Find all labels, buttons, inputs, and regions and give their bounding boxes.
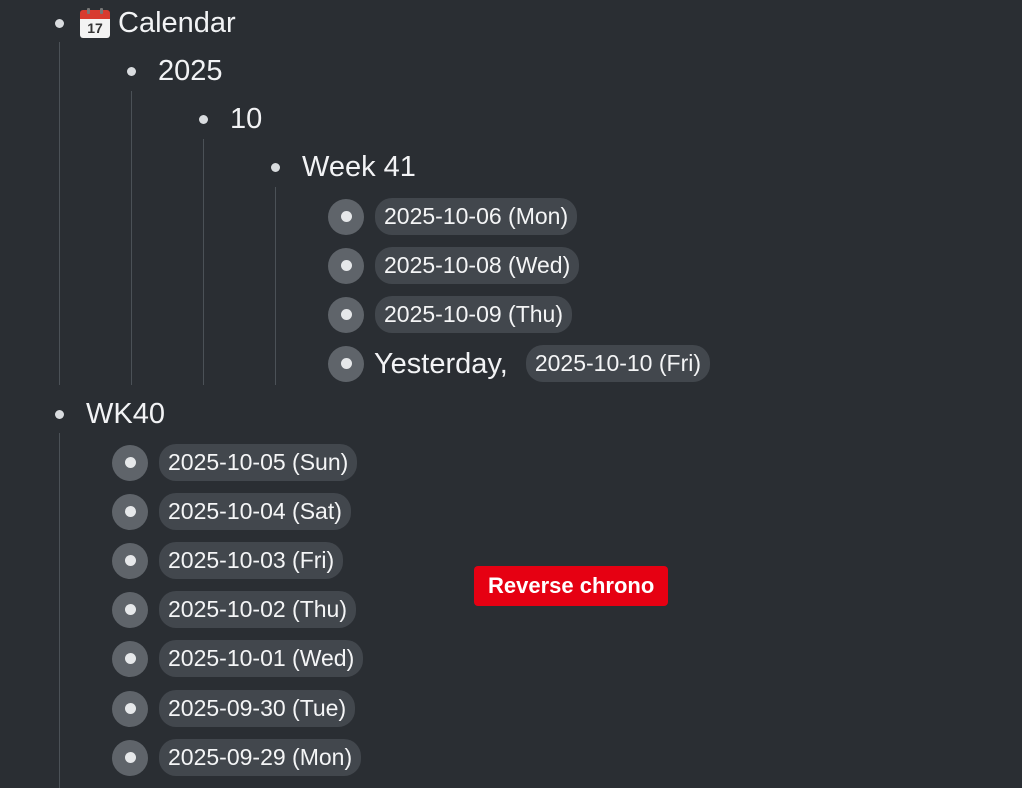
outline-item-day: 2025-10-04 (Sat) bbox=[112, 493, 351, 530]
date-link[interactable]: 2025-10-05 (Sun) bbox=[159, 444, 358, 481]
calendar-emoji-icon: 17 bbox=[80, 8, 110, 38]
bullet-dot bbox=[54, 18, 64, 28]
outline-item-month: 10 bbox=[192, 101, 262, 137]
collapsed-bullet[interactable] bbox=[112, 690, 148, 727]
collapsed-bullet[interactable] bbox=[112, 591, 148, 628]
calendar-title[interactable]: Calendar bbox=[118, 5, 236, 41]
bullet-dot bbox=[340, 260, 352, 271]
outline-item-wk40: WK40 bbox=[48, 396, 165, 432]
outline-item-day: 2025-10-05 (Sun) bbox=[112, 444, 358, 481]
outline-item-day: 2025-10-01 (Wed) bbox=[112, 640, 364, 677]
reverse-chrono-annotation: Reverse chrono bbox=[474, 566, 669, 606]
outline-item-day: 2025-10-02 (Thu) bbox=[112, 591, 356, 628]
date-link[interactable]: 2025-10-08 (Wed) bbox=[375, 247, 580, 284]
calendar-guide-line bbox=[59, 42, 60, 385]
wk40-title[interactable]: WK40 bbox=[86, 396, 165, 432]
bullet-dot bbox=[124, 457, 136, 468]
collapsed-bullet[interactable] bbox=[112, 493, 148, 530]
outline-item-day: 2025-09-29 (Mon) bbox=[112, 739, 362, 776]
collapsed-bullet[interactable] bbox=[112, 640, 148, 677]
outline-item-year: 2025 bbox=[120, 53, 223, 89]
date-link[interactable]: 2025-10-03 (Fri) bbox=[159, 542, 344, 579]
week-guide-line bbox=[275, 187, 276, 385]
bullet-dot bbox=[124, 653, 136, 664]
bullet-dot bbox=[124, 506, 136, 517]
date-link[interactable]: 2025-10-04 (Sat) bbox=[159, 493, 351, 530]
collapsed-bullet[interactable] bbox=[112, 444, 148, 481]
bullet-dot bbox=[124, 703, 136, 714]
outline-item-calendar: 17 Calendar bbox=[48, 5, 236, 41]
date-link[interactable]: 2025-10-09 (Thu) bbox=[375, 296, 572, 333]
bullet-dot bbox=[270, 162, 280, 172]
bullet-dot bbox=[198, 114, 208, 124]
bullet[interactable] bbox=[264, 156, 286, 178]
collapsed-bullet[interactable] bbox=[328, 198, 364, 235]
date-link[interactable]: 2025-10-06 (Mon) bbox=[375, 198, 578, 235]
outline-item-day-yesterday: Yesterday, 2025-10-10 (Fri) bbox=[328, 345, 711, 382]
bullet-dot bbox=[340, 358, 352, 369]
outline-item-day: 2025-09-30 (Tue) bbox=[112, 690, 356, 727]
bullet-dot bbox=[126, 66, 136, 76]
week-title[interactable]: Week 41 bbox=[302, 149, 416, 185]
collapsed-bullet[interactable] bbox=[328, 296, 364, 333]
yesterday-text[interactable]: Yesterday, bbox=[374, 346, 508, 382]
outline-item-day: 2025-10-03 (Fri) bbox=[112, 542, 344, 579]
collapsed-bullet[interactable] bbox=[328, 247, 364, 284]
bullet-dot bbox=[54, 409, 64, 419]
year-title[interactable]: 2025 bbox=[158, 53, 223, 89]
date-link[interactable]: 2025-10-10 (Fri) bbox=[525, 345, 711, 382]
collapsed-bullet[interactable] bbox=[112, 542, 148, 579]
outline-item-day: 2025-10-09 (Thu) bbox=[328, 296, 572, 333]
bullet-dot bbox=[340, 211, 352, 222]
collapsed-bullet[interactable] bbox=[112, 739, 148, 776]
year-guide-line bbox=[131, 91, 132, 385]
wk40-guide-line bbox=[59, 433, 60, 788]
date-link[interactable]: 2025-09-29 (Mon) bbox=[159, 739, 362, 776]
collapsed-bullet[interactable] bbox=[328, 345, 364, 382]
outline-item-week: Week 41 bbox=[264, 149, 416, 185]
outline-item-day: 2025-10-08 (Wed) bbox=[328, 247, 580, 284]
bullet-dot bbox=[124, 752, 136, 763]
bullet[interactable] bbox=[48, 403, 70, 425]
outline-item-day: 2025-10-06 (Mon) bbox=[328, 198, 578, 235]
date-link[interactable]: 2025-09-30 (Tue) bbox=[159, 690, 356, 727]
bullet[interactable] bbox=[192, 108, 214, 130]
bullet-dot bbox=[124, 555, 136, 566]
bullet[interactable] bbox=[120, 60, 142, 82]
bullet-dot bbox=[340, 309, 352, 320]
date-link[interactable]: 2025-10-02 (Thu) bbox=[159, 591, 356, 628]
bullet[interactable] bbox=[48, 12, 70, 34]
month-guide-line bbox=[203, 139, 204, 385]
bullet-dot bbox=[124, 604, 136, 615]
date-link[interactable]: 2025-10-01 (Wed) bbox=[159, 640, 364, 677]
month-title[interactable]: 10 bbox=[230, 101, 262, 137]
